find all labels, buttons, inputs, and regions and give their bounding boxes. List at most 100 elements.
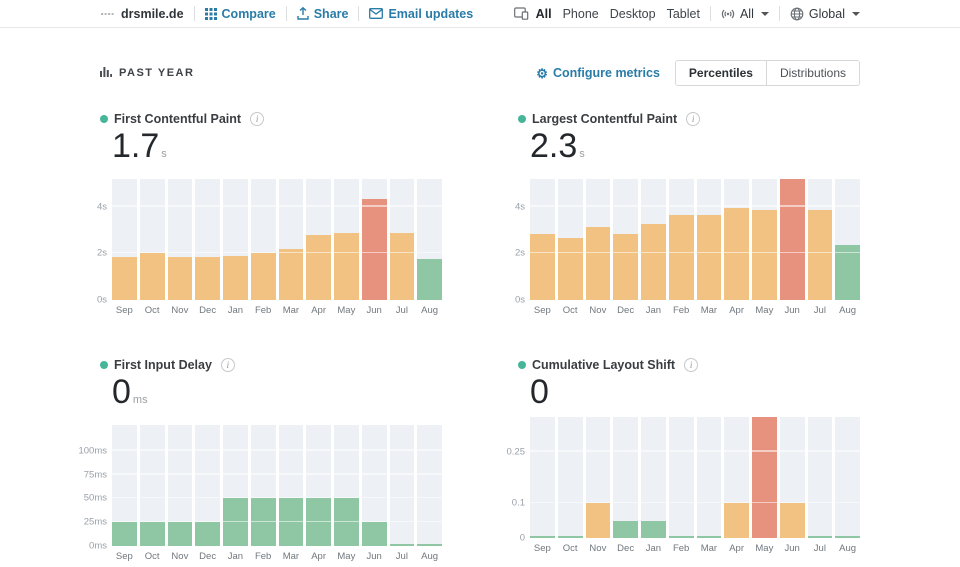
y-tick-label: 2s: [514, 247, 525, 259]
x-tick-label: May: [337, 305, 356, 316]
bar-Aug[interactable]: [417, 544, 442, 546]
bar-Feb[interactable]: [668, 536, 694, 538]
bar-May[interactable]: [752, 210, 777, 300]
bar-Mar[interactable]: [696, 536, 722, 538]
bar-Apr[interactable]: [724, 208, 749, 300]
info-icon[interactable]: i: [220, 358, 235, 372]
chart-first-input-delay: First Input Delay i 0 ms 0ms 25ms 50ms 75ms…: [78, 358, 442, 562]
x-axis: Sep Oct Nov Dec Jan Feb Mar Apr May Jun Jul Aug: [530, 543, 860, 554]
view-toggle-distributions[interactable]: Distributions: [765, 61, 859, 85]
bar-column: [195, 179, 220, 300]
metric-status-dot: [518, 115, 526, 123]
bar-Sep[interactable]: [530, 233, 555, 300]
metric-unit: s: [579, 148, 585, 160]
device-tab-desktop[interactable]: Desktop: [610, 7, 656, 21]
bar-Dec[interactable]: [195, 522, 220, 546]
bar-chart-icon: [100, 66, 112, 81]
bar-May[interactable]: [334, 232, 359, 300]
bar-Oct[interactable]: [139, 253, 165, 300]
compare-button[interactable]: Compare: [204, 7, 276, 21]
bar-Jan[interactable]: [641, 520, 666, 538]
bar-Jan[interactable]: [641, 224, 666, 300]
gridline: [112, 496, 442, 499]
device-tab-all[interactable]: All: [536, 7, 552, 21]
bar-Sep[interactable]: [530, 536, 555, 538]
y-tick-label: 2s: [96, 247, 107, 259]
bar-Mar[interactable]: [278, 498, 304, 546]
bar-May[interactable]: [334, 498, 359, 546]
metric-status-dot: [100, 361, 108, 369]
region-dropdown[interactable]: Global: [790, 7, 860, 21]
device-tab-tablet[interactable]: Tablet: [667, 7, 700, 21]
bar-Dec[interactable]: [613, 233, 638, 300]
gear-icon: ⚙: [536, 65, 548, 81]
info-icon[interactable]: i: [250, 112, 265, 126]
bar-Mar[interactable]: [696, 215, 722, 300]
bar-Apr[interactable]: [306, 234, 331, 300]
x-tick-label: Jun: [366, 551, 382, 562]
bar-column: [389, 425, 415, 546]
bar-Jan[interactable]: [223, 255, 248, 300]
bar-Jun[interactable]: [779, 503, 805, 538]
y-tick-label: 0.1: [511, 497, 525, 509]
x-tick-label: Nov: [171, 305, 189, 316]
chart-title: First Input Delay: [114, 358, 212, 372]
site-identity[interactable]: drsmile.de: [100, 7, 184, 21]
bar-Nov[interactable]: [585, 226, 611, 300]
bar-column: [835, 417, 860, 538]
device-tab-phone[interactable]: Phone: [563, 7, 599, 21]
bar-Aug[interactable]: [417, 259, 442, 300]
info-icon[interactable]: i: [684, 358, 699, 372]
bar-Mar[interactable]: [278, 248, 304, 300]
bar-Oct[interactable]: [557, 536, 583, 538]
bar-Jun[interactable]: [361, 522, 387, 546]
bar-Aug[interactable]: [835, 245, 860, 300]
period-selector[interactable]: PAST YEAR: [100, 66, 194, 81]
x-axis: Sep Oct Nov Dec Jan Feb Mar Apr May Jun Jul Aug: [112, 551, 442, 562]
bar-Oct[interactable]: [557, 238, 583, 300]
bar-column: [807, 179, 833, 300]
info-icon[interactable]: i: [686, 112, 701, 126]
bar-column: [167, 425, 193, 546]
bar-Apr[interactable]: [306, 498, 331, 546]
x-tick-label: Feb: [254, 551, 272, 562]
bar-Nov[interactable]: [585, 503, 611, 538]
connection-dropdown[interactable]: All: [721, 7, 769, 21]
bar-Sep[interactable]: [112, 522, 137, 546]
email-updates-label: Email updates: [388, 6, 474, 21]
bar-Feb[interactable]: [250, 498, 276, 546]
x-tick-label: Dec: [199, 305, 217, 316]
bar-Jul[interactable]: [389, 544, 415, 546]
bar-Aug[interactable]: [835, 536, 860, 538]
bar-column: [641, 417, 666, 538]
gridline: [112, 449, 442, 451]
bar-Nov[interactable]: [167, 256, 193, 300]
chevron-down-icon: [760, 11, 769, 16]
bar-Oct[interactable]: [139, 522, 165, 546]
configure-metrics-button[interactable]: ⚙ Configure metrics: [536, 66, 660, 80]
view-toggle-percentiles[interactable]: Percentiles: [675, 61, 766, 85]
bar-Jul[interactable]: [807, 210, 833, 300]
bar-Jan[interactable]: [223, 498, 248, 546]
bar-Jul[interactable]: [389, 232, 415, 300]
bar-Feb[interactable]: [668, 215, 694, 300]
bar-Nov[interactable]: [167, 522, 193, 546]
bar-Jun[interactable]: [361, 198, 387, 300]
chart-largest-contentful-paint: Largest Contentful Paint i 2.3 s 0s 2s 4s …: [514, 112, 860, 316]
bar-Feb[interactable]: [250, 253, 276, 300]
bar-Jul[interactable]: [807, 536, 833, 538]
bar-Apr[interactable]: [724, 503, 749, 538]
x-tick-label: Oct: [144, 551, 160, 562]
bar-Dec[interactable]: [613, 520, 638, 538]
bar-Dec[interactable]: [195, 256, 220, 300]
y-tick-label: 0: [519, 532, 525, 544]
email-updates-button[interactable]: Email updates: [369, 7, 473, 21]
bar-column: [779, 179, 805, 300]
metric-status-dot: [100, 115, 108, 123]
share-button[interactable]: Share: [297, 7, 348, 21]
toolbar: PAST YEAR ⚙ Configure metrics Percentile…: [100, 60, 860, 86]
bar-Jun[interactable]: [779, 179, 805, 300]
view-toggle: Percentiles Distributions: [674, 60, 860, 86]
bar-Sep[interactable]: [112, 256, 137, 300]
bar-May[interactable]: [752, 417, 777, 538]
